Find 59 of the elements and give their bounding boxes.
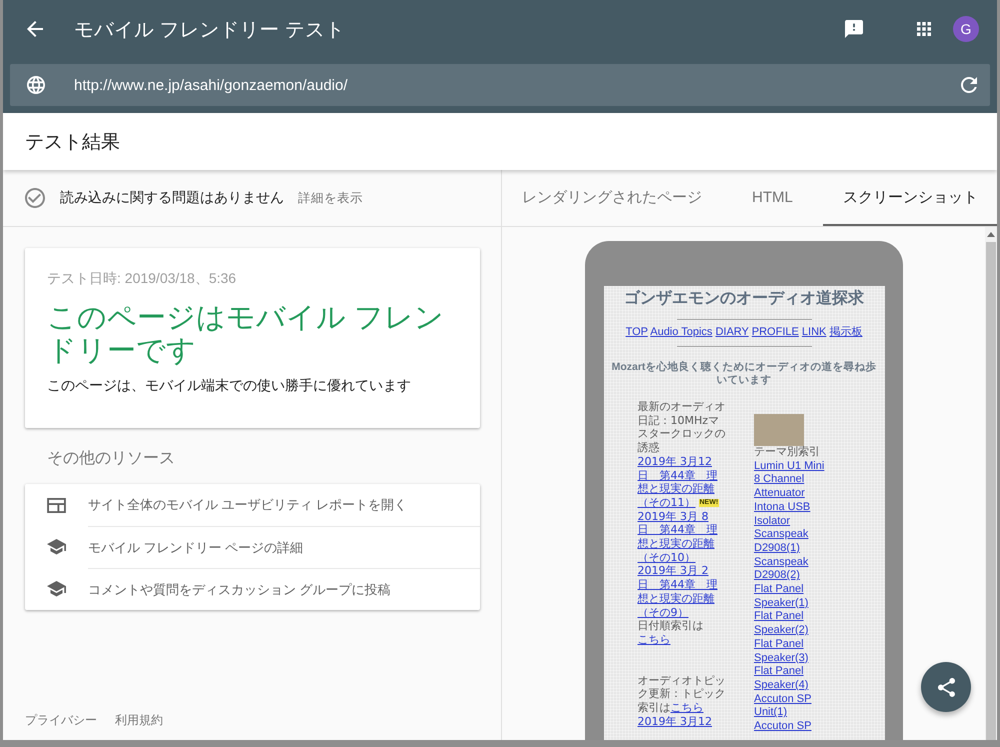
apps-grid-icon[interactable] [917, 22, 931, 36]
site-nav-link[interactable]: DIARY [715, 326, 749, 338]
site-nav-link[interactable]: PROFILE [752, 326, 799, 338]
theme-link[interactable]: 8 Channel Attenuator [754, 473, 834, 501]
load-status-text: 読み込みに関する問題はありません [60, 189, 284, 207]
theme-link[interactable]: Lumin U1 Mini [754, 460, 834, 474]
tab[interactable]: スクリーンショット [822, 170, 997, 226]
footer-link[interactable]: プライバシー [25, 712, 97, 728]
theme-link[interactable]: Accuton SP Unit(1) [754, 692, 834, 720]
index-note: 日付順索引は こちら [638, 619, 704, 647]
details-link[interactable]: 詳細を表示 [298, 190, 363, 206]
url-field[interactable]: http://www.ne.jp/asahi/gonzaemon/audio/ [10, 64, 990, 106]
site-title: ゴンザエモンのオーディオ道探求 [623, 289, 865, 309]
globe-icon [27, 76, 45, 94]
scrollbar-thumb[interactable] [986, 242, 996, 740]
feedback-icon[interactable] [845, 20, 863, 38]
graduation-cap-icon [47, 581, 66, 597]
site-nav-link[interactable]: TOP [626, 326, 648, 338]
scroll-up-arrow-icon[interactable] [987, 232, 995, 237]
theme-link[interactable]: Flat Panel Speaker(1) [754, 583, 834, 610]
theme-link[interactable]: Flat Panel Speaker(3) [754, 638, 834, 666]
test-date: テスト日時: 2019/03/18、5:36 [47, 269, 238, 288]
tab[interactable]: レンダリングされたページ [502, 170, 722, 226]
site-nav-link[interactable]: 掲示板 [829, 326, 862, 338]
graduation-cap-icon [47, 539, 66, 555]
footer-link[interactable]: 利用規約 [115, 712, 163, 728]
app-title: モバイル フレンドリー テスト [74, 18, 345, 42]
article-link[interactable]: 2019年 3月 2日 第44章 理想と現実の距離（その9） [638, 564, 726, 620]
news-heading: 最新のオーディオ日記：10MHzマスタークロックの誘惑 [638, 400, 726, 455]
theme-link[interactable]: Accuton SP [754, 720, 834, 734]
site-nav-link[interactable]: Audio Topics [650, 326, 712, 338]
results-title: テスト結果 [25, 130, 120, 154]
verdict-description: このページは、モバイル端末での使い勝手に優れています [47, 376, 412, 395]
resource-link[interactable]: コメントや質問をディスカッション グループに投稿 [88, 580, 391, 598]
layout-panel-icon [47, 498, 66, 512]
article-link[interactable]: 2019年 3月12 [638, 714, 726, 728]
theme-index-heading: テーマ別索引 [754, 446, 821, 460]
theme-link[interactable]: Scanspeak D2908(1) [754, 528, 834, 556]
resource-link[interactable]: モバイル フレンドリー ページの詳細 [88, 538, 304, 556]
index-link[interactable]: こちら [638, 632, 670, 646]
refresh-icon[interactable] [961, 77, 977, 93]
index-link[interactable]: こちら [670, 701, 704, 714]
site-nav-link[interactable]: LINK [802, 326, 826, 338]
theme-link[interactable]: Flat Panel Speaker(4) [754, 665, 834, 693]
theme-link[interactable]: Flat Panel Speaker(2) [754, 610, 834, 638]
back-arrow-icon[interactable] [27, 21, 43, 37]
share-button[interactable] [921, 662, 971, 712]
site-tagline: Mozartを心地良く聴くためにオーディオの道を尋ね歩いています [610, 361, 878, 387]
theme-link[interactable]: Scanspeak D2908(2) [754, 556, 834, 584]
resource-link[interactable]: サイト全体のモバイル ユーザビリティ レポートを開く [88, 496, 408, 514]
article-link[interactable]: 2019年 3月 8日 第44章 理想と現実の距離（その10） [638, 510, 726, 564]
photo-placeholder [754, 414, 804, 446]
account-avatar[interactable]: G [953, 16, 979, 42]
resources-heading: その他のリソース [47, 449, 176, 469]
index-note: オーディオトピック更新：トピック索引はこちら [638, 674, 726, 715]
share-icon [938, 678, 954, 696]
tab[interactable]: HTML [732, 170, 813, 226]
verdict-title: このページはモバイル フレンドリーです [47, 302, 446, 368]
theme-link[interactable]: Intona USB Isolator [754, 500, 834, 528]
